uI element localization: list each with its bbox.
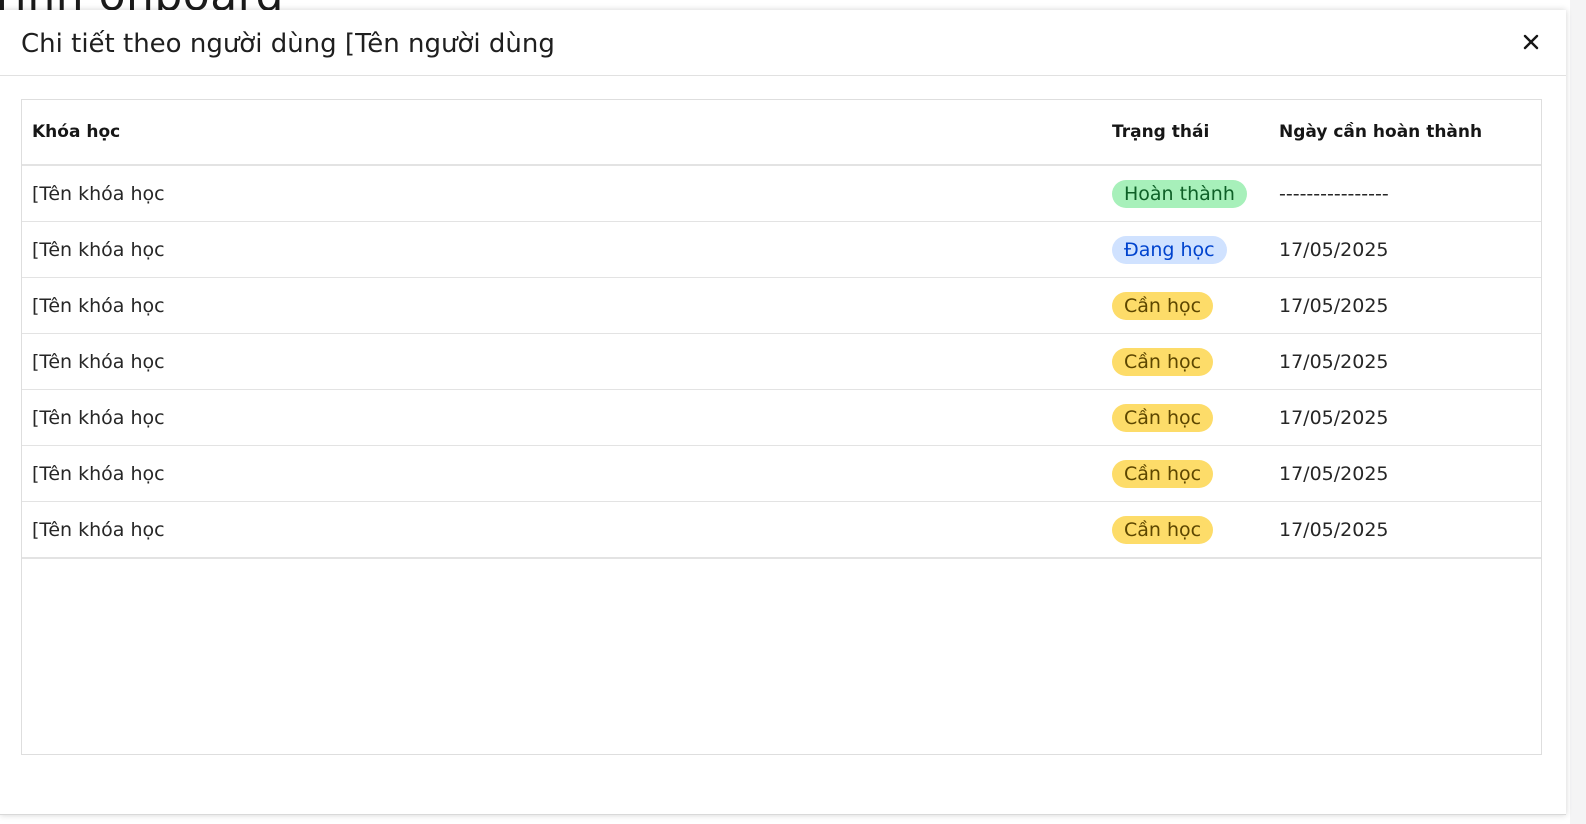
status-cell: Cần học: [1107, 445, 1269, 502]
status-cell: Cần học: [1107, 333, 1269, 390]
background-page-edge: [1570, 0, 1586, 824]
due-date-cell: 17/05/2025: [1269, 333, 1541, 390]
status-cell: Cần học: [1107, 389, 1269, 446]
status-badge: Cần học: [1112, 403, 1214, 432]
status-cell: Hoàn thành: [1107, 165, 1269, 222]
course-name-cell: [Tên khóa học: [22, 445, 1107, 502]
due-date-cell: 17/05/2025: [1269, 501, 1541, 559]
table-row[interactable]: [Tên khóa học Hoàn thành ---------------…: [22, 165, 1541, 222]
status-badge: Cần học: [1112, 291, 1214, 320]
table-row[interactable]: [Tên khóa học Đang học 17/05/2025: [22, 221, 1541, 278]
table-body: [Tên khóa học Hoàn thành ---------------…: [22, 165, 1541, 559]
close-button[interactable]: [1518, 29, 1544, 55]
due-date-cell: ----------------: [1269, 165, 1541, 222]
course-name-cell: [Tên khóa học: [22, 277, 1107, 334]
course-name-cell: [Tên khóa học: [22, 389, 1107, 446]
status-badge: Cần học: [1112, 347, 1214, 376]
course-name-cell: [Tên khóa học: [22, 333, 1107, 390]
table-row[interactable]: [Tên khóa học Cần học 17/05/2025: [22, 333, 1541, 390]
course-table-container: Khóa học Trạng thái Ngày cần hoàn thành …: [21, 99, 1542, 755]
due-date-cell: 17/05/2025: [1269, 445, 1541, 502]
course-table: Khóa học Trạng thái Ngày cần hoàn thành …: [22, 100, 1541, 559]
table-row[interactable]: [Tên khóa học Cần học 17/05/2025: [22, 445, 1541, 502]
status-badge: Cần học: [1112, 515, 1214, 544]
status-badge: Cần học: [1112, 459, 1214, 488]
table-row[interactable]: [Tên khóa học Cần học 17/05/2025: [22, 501, 1541, 559]
table-header-row: Khóa học Trạng thái Ngày cần hoàn thành: [22, 100, 1541, 166]
due-date-cell: 17/05/2025: [1269, 389, 1541, 446]
due-date-cell: 17/05/2025: [1269, 221, 1541, 278]
course-name-cell: [Tên khóa học: [22, 165, 1107, 222]
user-detail-modal: Chi tiết theo người dùng [Tên người dùng…: [0, 10, 1566, 815]
due-date-cell: 17/05/2025: [1269, 277, 1541, 334]
table-row[interactable]: [Tên khóa học Cần học 17/05/2025: [22, 389, 1541, 446]
course-name-cell: [Tên khóa học: [22, 221, 1107, 278]
status-badge: Hoàn thành: [1112, 179, 1247, 208]
column-header-due-date[interactable]: Ngày cần hoàn thành: [1269, 100, 1541, 166]
status-cell: Cần học: [1107, 277, 1269, 334]
status-cell: Cần học: [1107, 501, 1269, 559]
modal-header: Chi tiết theo người dùng [Tên người dùng: [0, 10, 1566, 76]
modal-title: Chi tiết theo người dùng [Tên người dùng: [21, 29, 555, 59]
status-badge: Đang học: [1112, 235, 1227, 264]
course-name-cell: [Tên khóa học: [22, 501, 1107, 559]
close-icon: [1518, 29, 1544, 55]
column-header-course[interactable]: Khóa học: [22, 100, 1107, 166]
table-row[interactable]: [Tên khóa học Cần học 17/05/2025: [22, 277, 1541, 334]
table-header: Khóa học Trạng thái Ngày cần hoàn thành: [22, 100, 1541, 166]
status-cell: Đang học: [1107, 221, 1269, 278]
column-header-status[interactable]: Trạng thái: [1107, 100, 1269, 166]
